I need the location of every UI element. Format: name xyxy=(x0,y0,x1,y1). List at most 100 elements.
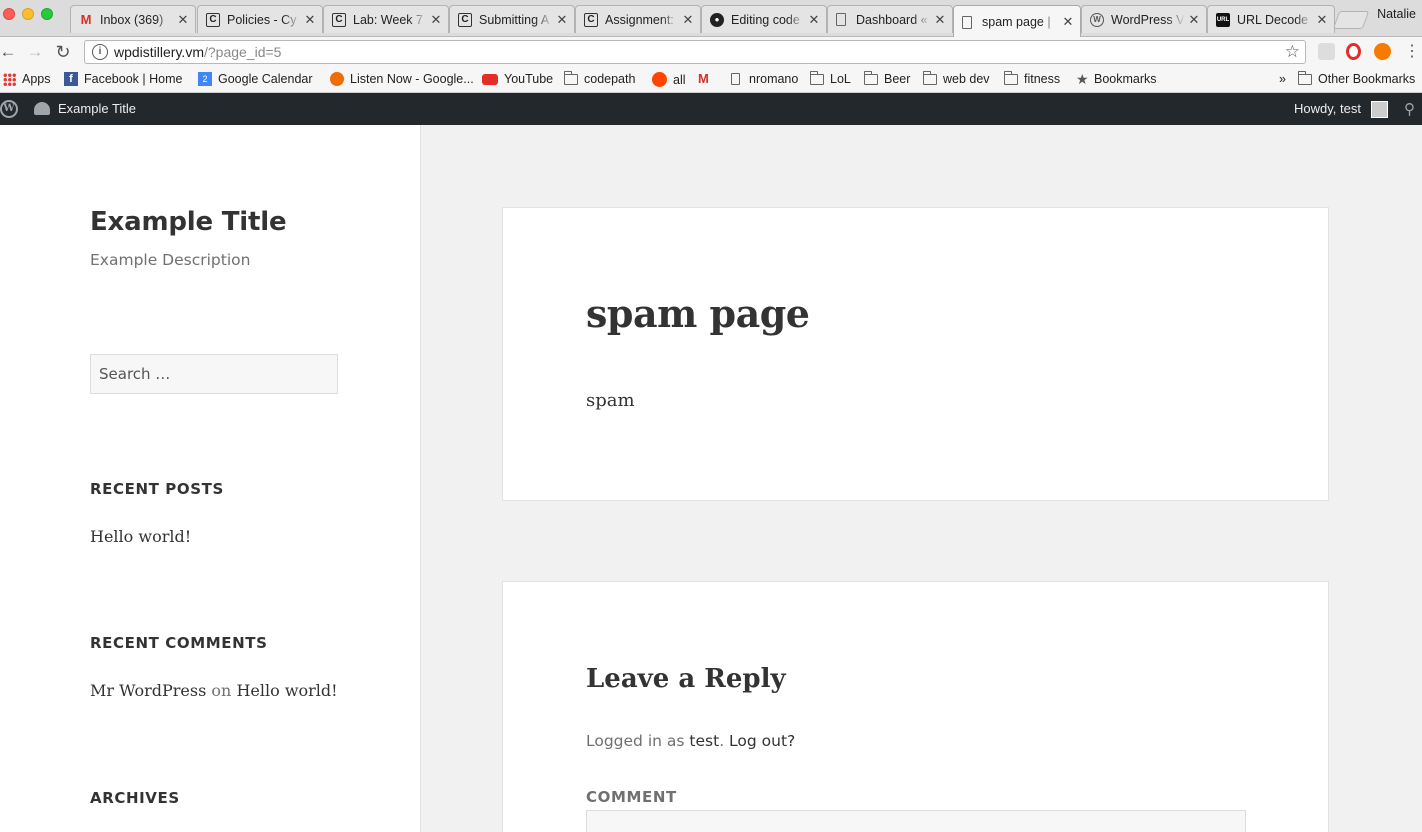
tab-title: Policies - Cy xyxy=(227,13,301,27)
browser-tab[interactable]: C Submitting A ✕ xyxy=(449,5,575,33)
new-tab-button[interactable] xyxy=(1332,11,1370,29)
menu-icon[interactable]: ⋮ xyxy=(1402,42,1422,62)
bookmark-label: fitness xyxy=(1024,72,1061,86)
comment-on-text: on xyxy=(211,681,232,700)
bookmark-label: YouTube xyxy=(504,72,554,86)
article-card: spam page spam xyxy=(502,207,1329,501)
bookmark-folder-fitness[interactable]: fitness xyxy=(1004,71,1061,86)
close-tab-icon[interactable]: ✕ xyxy=(1188,12,1200,28)
site-info-icon[interactable]: i xyxy=(92,44,108,60)
facebook-icon: f xyxy=(64,72,78,86)
bookmark-facebook[interactable]: f Facebook | Home xyxy=(64,72,182,86)
close-tab-icon[interactable]: ✕ xyxy=(430,12,442,28)
browser-tab[interactable]: C Lab: Week 7 ✕ xyxy=(323,5,449,33)
bookmark-youtube[interactable]: YouTube xyxy=(482,72,553,86)
bookmark-reddit-all[interactable]: all xyxy=(652,72,686,87)
recent-posts-heading: RECENT POSTS xyxy=(90,480,224,498)
close-tab-icon[interactable]: ✕ xyxy=(682,12,694,28)
bookmark-label: LoL xyxy=(830,72,851,86)
close-tab-icon[interactable]: ✕ xyxy=(177,12,189,28)
comment-author-link[interactable]: Mr WordPress xyxy=(90,681,206,700)
wordpress-logo-icon[interactable]: W xyxy=(0,100,18,118)
sidebar: Example Title Example Description RECENT… xyxy=(0,125,420,832)
comment-post-link[interactable]: Hello world! xyxy=(236,681,337,700)
logged-in-prefix: Logged in as xyxy=(586,732,685,750)
close-tab-icon[interactable]: ✕ xyxy=(934,12,946,28)
dashboard-icon[interactable] xyxy=(34,102,50,115)
page-content: spam xyxy=(586,390,635,411)
admin-bar-site-name[interactable]: Example Title xyxy=(58,101,136,116)
bookmark-bookmarks[interactable]: ★ Bookmarks xyxy=(1076,70,1157,87)
wp-admin-bar: W Example Title Howdy, test ⚲ xyxy=(0,93,1422,125)
browser-tab-strip: M Inbox (369) ✕ C Policies - Cy ✕ C Lab: Week… xyxy=(0,0,1422,38)
close-tab-icon[interactable]: ✕ xyxy=(304,12,316,28)
browser-tab[interactable]: C Assignment: ✕ xyxy=(575,5,701,33)
minimize-window-button[interactable] xyxy=(22,8,34,20)
tab-title: WordPress V xyxy=(1111,12,1185,27)
extension-icon[interactable] xyxy=(1318,43,1335,60)
close-tab-icon[interactable]: ✕ xyxy=(1316,12,1328,28)
folder-icon xyxy=(864,71,878,85)
tab-title: URL Decode xyxy=(1237,13,1313,27)
close-tab-icon[interactable]: ✕ xyxy=(1062,14,1074,30)
browser-tab[interactable]: ● Editing code ✕ xyxy=(701,5,827,33)
forward-arrow-icon[interactable]: → xyxy=(25,42,45,62)
bookmark-apps[interactable]: Apps xyxy=(3,72,51,86)
bookmark-google-calendar[interactable]: 2 Google Calendar xyxy=(198,72,313,86)
search-icon[interactable]: ⚲ xyxy=(1404,100,1415,118)
browser-tab[interactable]: URL URL Decode ✕ xyxy=(1207,5,1335,33)
reload-icon[interactable]: ↻ xyxy=(53,42,73,62)
bookmark-folder-beer[interactable]: Beer xyxy=(864,71,910,86)
bookmark-listen-now[interactable]: Listen Now - Google... xyxy=(330,72,474,86)
page-title: spam page xyxy=(586,291,810,336)
gmail-icon: M xyxy=(80,12,92,27)
avatar[interactable] xyxy=(1371,101,1388,118)
admin-bar-howdy[interactable]: Howdy, test xyxy=(1294,101,1361,116)
folder-icon xyxy=(810,71,824,85)
site-title[interactable]: Example Title xyxy=(90,207,287,237)
close-tab-icon[interactable]: ✕ xyxy=(808,12,820,28)
browser-tab[interactable]: W WordPress V ✕ xyxy=(1081,5,1207,33)
logout-link[interactable]: Log out? xyxy=(729,732,795,750)
opera-extension-icon[interactable] xyxy=(1346,43,1361,60)
close-tab-icon[interactable]: ✕ xyxy=(556,12,568,28)
bookmark-folder-web-dev[interactable]: web dev xyxy=(923,71,990,86)
tab-title: Submitting A xyxy=(479,13,553,27)
profile-name[interactable]: Natalie xyxy=(1377,7,1416,21)
browser-tab[interactable]: Dashboard «✕ xyxy=(827,5,953,33)
tab-title: Dashboard « xyxy=(856,13,931,27)
browser-tab[interactable]: M Inbox (369) ✕ xyxy=(70,5,196,33)
close-window-button[interactable] xyxy=(3,8,15,20)
reddit-icon xyxy=(652,72,667,87)
apps-grid-icon xyxy=(3,72,16,86)
bookmark-label: Listen Now - Google... xyxy=(350,72,474,86)
zoom-window-button[interactable] xyxy=(41,8,53,20)
browser-tab[interactable]: C Policies - Cy ✕ xyxy=(197,5,323,33)
other-bookmarks[interactable]: Other Bookmarks xyxy=(1298,71,1416,86)
url-icon: URL xyxy=(1216,12,1230,27)
folder-icon xyxy=(923,71,937,85)
codepath-icon: C xyxy=(332,12,346,27)
url-path: /?page_id=5 xyxy=(203,44,282,60)
youtube-icon xyxy=(482,74,498,85)
page-icon xyxy=(836,13,846,26)
extension-orange-icon[interactable] xyxy=(1374,43,1391,60)
bookmark-gmail[interactable]: M xyxy=(698,72,718,85)
bookmark-folder-lol[interactable]: LoL xyxy=(810,71,851,86)
music-icon xyxy=(330,72,344,86)
more-bookmarks-chevron[interactable]: » xyxy=(1279,72,1286,86)
star-icon: ★ xyxy=(1076,70,1089,87)
bookmark-label: Apps xyxy=(22,72,51,86)
page-icon xyxy=(962,15,972,29)
profile-link[interactable]: test xyxy=(689,732,719,750)
bookmark-folder-codepath[interactable]: codepath xyxy=(564,71,635,86)
bookmark-label: Other Bookmarks xyxy=(1318,72,1416,86)
comment-textarea[interactable] xyxy=(586,810,1246,832)
bookmark-nromano[interactable]: nromano xyxy=(731,72,798,86)
recent-post-link[interactable]: Hello world! xyxy=(90,527,191,546)
search-input[interactable] xyxy=(90,354,338,394)
browser-tab-active[interactable]: spam page | ✕ xyxy=(953,5,1081,38)
back-arrow-icon[interactable]: ← xyxy=(0,42,18,62)
bookmark-star-icon[interactable]: ☆ xyxy=(1285,42,1300,62)
address-bar[interactable]: i wpdistillery.vm/?page_id=5 ☆ xyxy=(84,40,1306,64)
